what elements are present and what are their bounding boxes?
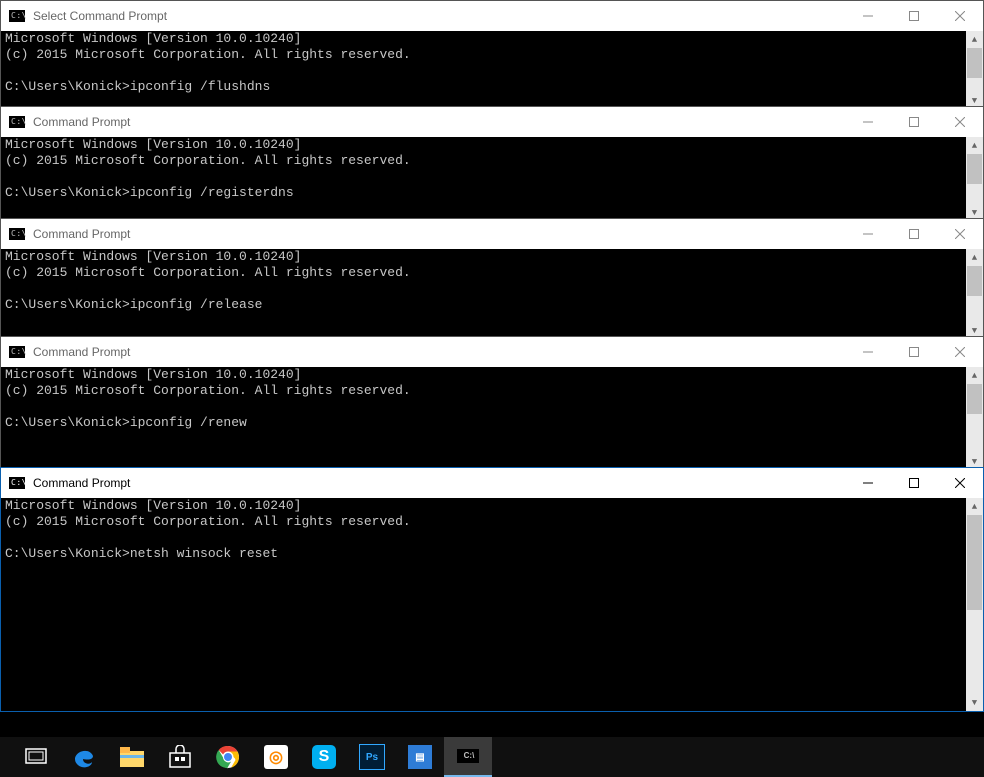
terminal-line: Microsoft Windows [Version 10.0.10240] [5,367,301,382]
terminal-line: C:\Users\Konick>ipconfig /renew [5,415,247,430]
window-title: Command Prompt [33,476,845,490]
terminal-content[interactable]: Microsoft Windows [Version 10.0.10240] (… [1,367,983,431]
close-button[interactable] [937,1,983,31]
window-title: Command Prompt [33,115,845,129]
app-button-1[interactable]: ◎ [252,737,300,777]
chrome-icon [216,745,240,769]
close-button[interactable] [937,219,983,249]
terminal-line: (c) 2015 Microsoft Corporation. All righ… [5,383,411,398]
task-view-icon [25,748,47,766]
maximize-button[interactable] [891,107,937,137]
edge-button[interactable] [60,737,108,777]
window-controls [845,107,983,137]
window-controls [845,219,983,249]
titlebar[interactable]: C:\ Command Prompt [1,107,983,137]
window-controls [845,468,983,498]
maximize-button[interactable] [891,337,937,367]
photoshop-button[interactable]: Ps [348,737,396,777]
scroll-thumb[interactable] [967,48,982,78]
titlebar[interactable]: C:\ Command Prompt [1,468,983,498]
cmd-icon: C:\ [9,228,25,240]
terminal-line: (c) 2015 Microsoft Corporation. All righ… [5,153,411,168]
cmd-window-3[interactable]: C:\ Command Prompt Microsoft Windows [Ve… [0,218,984,340]
app-icon-2: ▤ [408,745,432,769]
file-explorer-button[interactable] [108,737,156,777]
close-button[interactable] [937,107,983,137]
cmd-icon: C:\ [9,10,25,22]
maximize-button[interactable] [891,468,937,498]
command-prompt-task-button[interactable]: C:\ [444,737,492,777]
skype-icon: S [312,745,336,769]
edge-icon [72,745,96,769]
terminal-content[interactable]: Microsoft Windows [Version 10.0.10240] (… [1,137,983,201]
cmd-icon: C:\ [9,477,25,489]
store-icon [168,745,192,769]
cmd-window-2[interactable]: C:\ Command Prompt Microsoft Windows [Ve… [0,106,984,222]
scroll-thumb[interactable] [967,515,982,610]
minimize-button[interactable] [845,1,891,31]
terminal-line: Microsoft Windows [Version 10.0.10240] [5,249,301,264]
scroll-thumb[interactable] [967,384,982,414]
vertical-scrollbar[interactable]: ▲ ▼ [966,367,983,470]
terminal-line: (c) 2015 Microsoft Corporation. All righ… [5,265,411,280]
scroll-thumb[interactable] [967,266,982,296]
terminal-line: C:\Users\Konick>ipconfig /release [5,297,262,312]
titlebar[interactable]: C:\ Select Command Prompt [1,1,983,31]
scroll-up-icon[interactable]: ▲ [966,137,983,154]
terminal-line: C:\Users\Konick>ipconfig /flushdns [5,79,270,94]
terminal-line: (c) 2015 Microsoft Corporation. All righ… [5,47,411,62]
terminal-content[interactable]: Microsoft Windows [Version 10.0.10240] (… [1,31,983,95]
scroll-up-icon[interactable]: ▲ [966,367,983,384]
vertical-scrollbar[interactable]: ▲ ▼ [966,498,983,711]
terminal-line: Microsoft Windows [Version 10.0.10240] [5,31,301,46]
window-title: Command Prompt [33,345,845,359]
window-controls [845,1,983,31]
terminal-content[interactable]: Microsoft Windows [Version 10.0.10240] (… [1,249,983,313]
cmd-icon: C:\ [9,116,25,128]
vertical-scrollbar[interactable]: ▲ ▼ [966,249,983,339]
vertical-scrollbar[interactable]: ▲ ▼ [966,31,983,109]
minimize-button[interactable] [845,337,891,367]
cmd-window-4[interactable]: C:\ Command Prompt Microsoft Windows [Ve… [0,336,984,471]
scroll-thumb[interactable] [967,154,982,184]
terminal-line: Microsoft Windows [Version 10.0.10240] [5,137,301,152]
file-explorer-icon [120,747,144,767]
command-prompt-icon: C:\ [457,749,479,763]
maximize-button[interactable] [891,219,937,249]
terminal-line: C:\Users\Konick>netsh winsock reset [5,546,278,561]
scroll-up-icon[interactable]: ▲ [966,31,983,48]
photoshop-icon: Ps [359,744,385,770]
store-button[interactable] [156,737,204,777]
chrome-button[interactable] [204,737,252,777]
app-icon-1: ◎ [264,745,288,769]
close-button[interactable] [937,337,983,367]
window-title: Command Prompt [33,227,845,241]
vertical-scrollbar[interactable]: ▲ ▼ [966,137,983,221]
minimize-button[interactable] [845,468,891,498]
maximize-button[interactable] [891,1,937,31]
taskbar[interactable]: ◎ S Ps ▤ C:\ [0,737,984,777]
window-title: Select Command Prompt [33,9,845,23]
titlebar[interactable]: C:\ Command Prompt [1,219,983,249]
cmd-icon: C:\ [9,346,25,358]
app-button-2[interactable]: ▤ [396,737,444,777]
window-controls [845,337,983,367]
scroll-up-icon[interactable]: ▲ [966,498,983,515]
skype-button[interactable]: S [300,737,348,777]
scroll-down-icon[interactable]: ▼ [966,694,983,711]
cmd-window-5[interactable]: C:\ Command Prompt Microsoft Windows [Ve… [0,467,984,712]
terminal-content[interactable]: Microsoft Windows [Version 10.0.10240] (… [1,498,983,562]
close-button[interactable] [937,468,983,498]
terminal-line: C:\Users\Konick>ipconfig /registerdns [5,185,294,200]
scroll-up-icon[interactable]: ▲ [966,249,983,266]
task-view-button[interactable] [12,737,60,777]
terminal-line: (c) 2015 Microsoft Corporation. All righ… [5,514,411,529]
cmd-window-1[interactable]: C:\ Select Command Prompt Microsoft Wind… [0,0,984,110]
titlebar[interactable]: C:\ Command Prompt [1,337,983,367]
minimize-button[interactable] [845,219,891,249]
terminal-line: Microsoft Windows [Version 10.0.10240] [5,498,301,513]
minimize-button[interactable] [845,107,891,137]
